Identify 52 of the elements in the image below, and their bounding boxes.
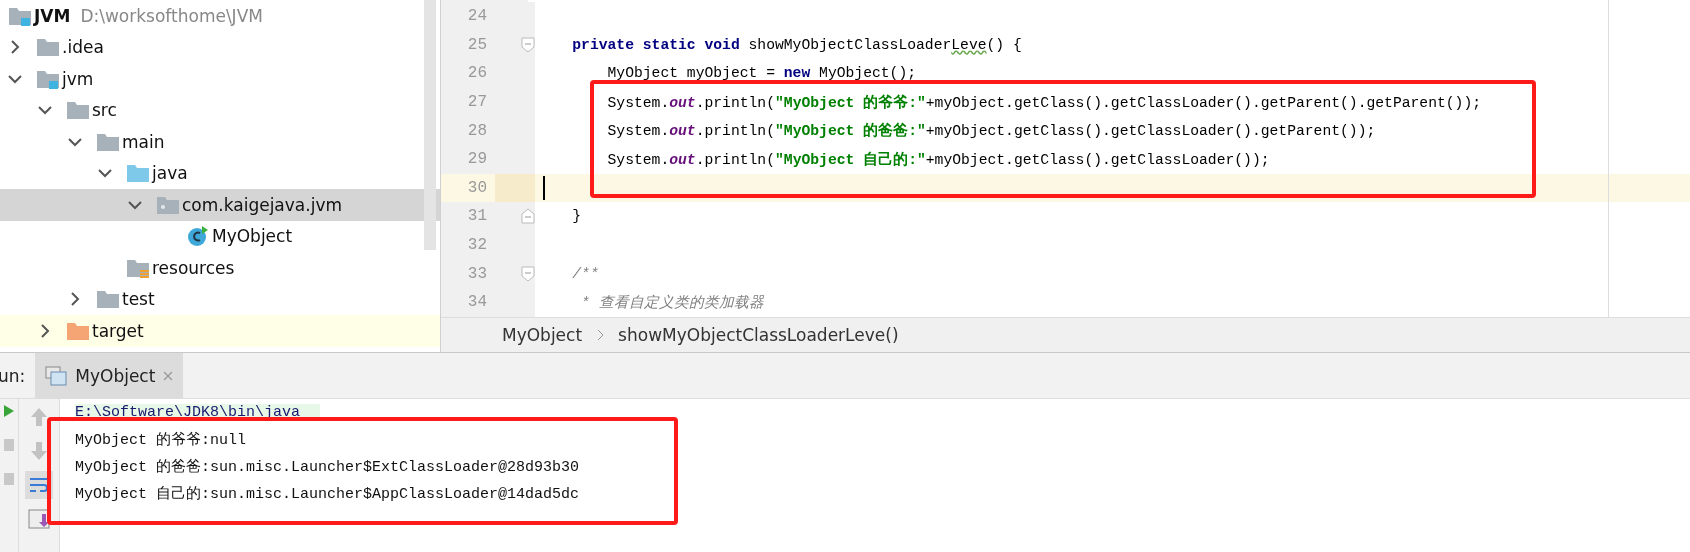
code-line: * 查看自定义类的类加载器 [580,293,764,312]
tree-item[interactable]: main [0,126,440,158]
tree-item-label: target [92,320,144,341]
run-icon[interactable] [4,405,14,417]
folder-icon [36,36,60,59]
tree-item-label: .idea [62,37,104,58]
tree-item[interactable]: target [0,315,440,347]
console-output: MyObject 自己的:sun.misc.Launcher$AppClassLoader@14dad5dc [75,485,580,503]
code-line: System.out.println("MyObject 的爸爸:"+myObject.getClass().getClassLoader().getParent()); [606,121,1376,141]
folder-icon [96,288,120,311]
tree-item[interactable]: .idea [0,31,440,63]
code-line: private static void showMyObjectClassLoader Leve() { [571,36,1022,53]
code-line: } [571,208,582,225]
tree-item-label: main [122,131,165,152]
code-line: MyObject myObject = new MyObject(); [606,65,917,82]
collapsed-chevron-icon[interactable] [8,40,22,55]
tree-item[interactable]: jvm [0,63,440,95]
tree-item-label: test [122,289,155,310]
tree-item[interactable]: MyObject [0,220,440,252]
console-output: MyObject 的爷爷:null [75,431,247,449]
tree-item[interactable]: com.kaigejava.jvm [0,189,440,221]
console-output: MyObject 的爸爸:sun.misc.Launcher$ExtClassLoader@28d93b30 [75,458,580,476]
breadcrumb-item[interactable]: MyObject [502,325,583,345]
project-name: JVM [34,5,71,26]
tree-item-label: src [92,100,117,121]
folder-icon [126,162,150,185]
tree-item[interactable]: test [0,283,440,315]
scrollbar[interactable] [424,0,436,250]
folder-icon [66,99,90,122]
run-tab[interactable]: MyObject [35,353,184,398]
class-icon [186,225,210,248]
tree-item-label: MyObject [212,226,293,247]
collapsed-chevron-icon[interactable] [68,292,82,307]
run-label: un: [0,365,26,386]
collapsed-chevron-icon[interactable] [38,323,52,338]
breadcrumb-item[interactable]: showMyObjectClassLoaderLeve() [618,325,899,345]
close-icon[interactable] [163,370,174,381]
tree-item-label: com.kaigejava.jvm [182,194,342,215]
tree-item-label: java [152,163,188,184]
code-line: System.out.println("MyObject 自己的:"+myObject.getClass().getClassLoader()); [606,150,1270,169]
tree-item[interactable]: resources [0,252,440,284]
tree-item[interactable]: src [0,94,440,126]
chevron-icon [596,329,605,341]
code-line: /** [571,265,599,282]
window-icon [45,365,68,386]
tree-item-label: jvm [62,68,94,89]
project-path: D:\worksofthome\JVM [80,5,263,26]
text-cursor [543,175,545,200]
code-line: System.out.println("MyObject 的爷爷:"+myObject.getClass().getClassLoader().getParent().getParent()); [606,93,1482,112]
tree-root[interactable]: JVM D:\worksofthome\JVM [0,0,440,32]
tree-item-label: resources [152,257,235,278]
tree-item[interactable]: java [0,157,440,189]
